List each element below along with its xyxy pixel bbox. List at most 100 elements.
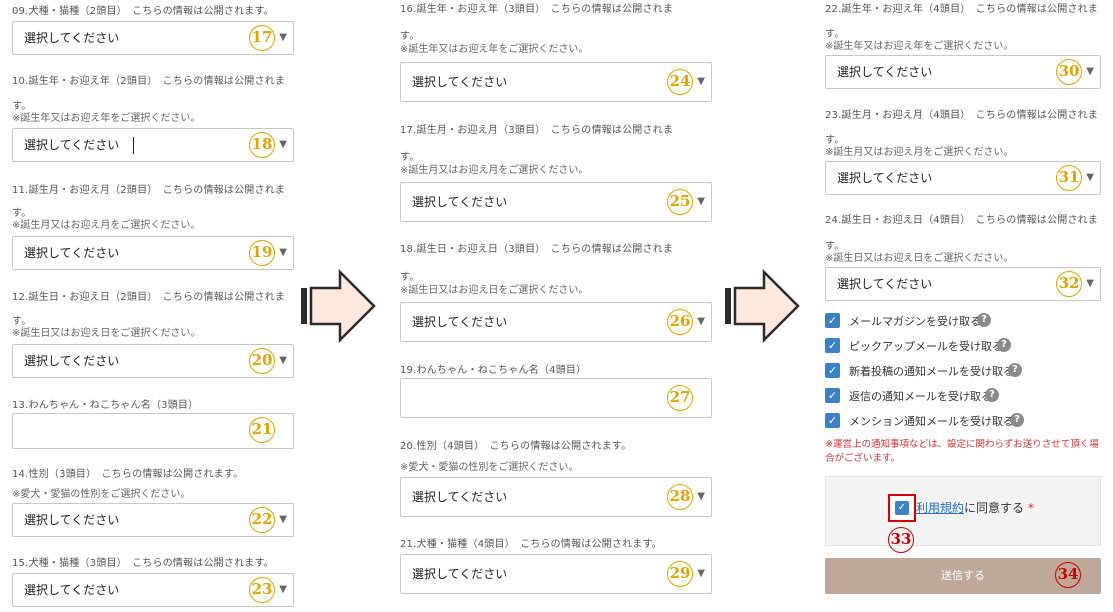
checkbox-label: 返信の通知メールを受け取る <box>849 390 992 403</box>
field-12-label: 12.誕生日・お迎え日（2頭目） こちらの情報は公開されま <box>12 292 286 303</box>
help-icon[interactable]: ? <box>1010 413 1024 427</box>
chevron-down-icon: ▼ <box>279 584 287 595</box>
step-badge: 28 <box>667 484 693 510</box>
birth-month-4-select[interactable]: 選択してください 31 ▼ <box>825 161 1101 195</box>
field-12-note: ※誕生日又はお迎え日をご選択ください。 <box>12 328 201 339</box>
birth-month-2-select[interactable]: 選択してください 19 ▼ <box>12 236 294 270</box>
step-badge: 34 <box>1055 562 1081 588</box>
chevron-down-icon: ▼ <box>697 316 705 327</box>
help-icon[interactable]: ? <box>977 313 991 327</box>
birth-year-2-select[interactable]: 選択してください 18 ▼ <box>12 128 294 162</box>
chevron-down-icon: ▼ <box>1086 172 1094 183</box>
breed-3-select[interactable]: 選択してください 23 ▼ <box>12 573 294 607</box>
step-badge: 26 <box>667 309 693 335</box>
select-value: 選択してください <box>24 583 120 597</box>
field-21-label: 21.犬種・猫種（4頭目） こちらの情報は公開されます。 <box>400 539 662 550</box>
chevron-down-icon: ▼ <box>279 514 287 525</box>
birth-day-2-select[interactable]: 選択してください 20 ▼ <box>12 344 294 378</box>
gender-4-select[interactable]: 選択してください 28 ▼ <box>400 477 712 517</box>
field-16-note: ※誕生年又はお迎え年をご選択ください。 <box>400 44 589 55</box>
submit-button[interactable]: 送信する 34 <box>825 558 1101 594</box>
step-badge: 33 <box>888 527 914 553</box>
birth-year-3-select[interactable]: 選択してください 24 ▼ <box>400 62 712 102</box>
step-badge: 27 <box>667 385 693 411</box>
field-23-note: ※誕生月又はお迎え月をご選択ください。 <box>825 147 1014 158</box>
field-17-label: 17.誕生月・お迎え月（3頭目） こちらの情報は公開されま <box>400 125 674 136</box>
select-value: 選択してください <box>412 567 508 581</box>
field-13-label: 13.わんちゃん・ねこちゃん名（3頭目） <box>12 400 199 411</box>
terms-agreement-box: ✓ 利用規約に同意する * <box>825 476 1101 546</box>
new-post-checkbox-row[interactable]: ✓ 新着投稿の通知メールを受け取る ? <box>825 362 1105 380</box>
step-badge: 31 <box>1056 165 1082 191</box>
field-23-label: 23.誕生月・お迎え月（4頭目） こちらの情報は公開されま <box>825 110 1099 121</box>
pet-name-4-input[interactable]: 27 <box>400 378 712 418</box>
checkbox-checked-icon[interactable]: ✓ <box>895 501 909 515</box>
select-value: 選択してください <box>412 315 508 329</box>
checkbox-label: ピックアップメールを受け取る <box>849 340 1003 353</box>
notice-line: 合がございます。 <box>825 453 901 464</box>
chevron-down-icon: ▼ <box>697 491 705 502</box>
step-badge: 22 <box>249 507 275 533</box>
select-value: 選択してください <box>24 513 120 527</box>
gender-3-select[interactable]: 選択してください 22 ▼ <box>12 503 294 537</box>
help-icon[interactable]: ? <box>985 388 999 402</box>
help-icon[interactable]: ? <box>997 338 1011 352</box>
step-badge: 18 <box>249 132 275 158</box>
terms-link[interactable]: 利用規約 <box>916 501 964 515</box>
field-24-label: 24.誕生日・お迎え日（4頭目） こちらの情報は公開されま <box>825 215 1099 226</box>
checkbox-label: 新着投稿の通知メールを受け取る <box>849 365 1014 378</box>
pickup-checkbox-row[interactable]: ✓ ピックアップメールを受け取る ? <box>825 337 1105 355</box>
step-badge: 24 <box>667 69 693 95</box>
mention-checkbox-row[interactable]: ✓ メンション通知メールを受け取る ? <box>825 412 1105 430</box>
help-icon[interactable]: ? <box>1008 363 1022 377</box>
select-value: 選択してください <box>24 354 120 368</box>
step-badge: 32 <box>1056 271 1082 297</box>
checkbox-checked-icon[interactable]: ✓ <box>825 413 840 428</box>
select-value: 選択してください <box>837 171 933 185</box>
breed-4-select[interactable]: 選択してください 29 ▼ <box>400 554 712 594</box>
step-badge: 20 <box>249 348 275 374</box>
birth-month-3-select[interactable]: 選択してください 25 ▼ <box>400 182 712 222</box>
field-18-label: 18.誕生日・お迎え日（3頭目） こちらの情報は公開されま <box>400 244 674 255</box>
select-value: 選択してください <box>412 490 508 504</box>
step-badge: 25 <box>667 189 693 215</box>
step-badge: 21 <box>249 417 275 443</box>
newsletter-checkbox-row[interactable]: ✓ メールマガジンを受け取る ? <box>825 312 1105 330</box>
field-11-note: ※誕生月又はお迎え月をご選択ください。 <box>12 220 201 231</box>
chevron-down-icon: ▼ <box>279 32 287 43</box>
birth-day-4-select[interactable]: 選択してください 32 ▼ <box>825 267 1101 301</box>
field-09-label: 09.犬種・猫種（2頭目） こちらの情報は公開されます。 <box>12 6 274 17</box>
required-marker: * <box>1027 501 1034 515</box>
pet-name-3-input[interactable]: 21 <box>12 413 294 449</box>
field-20-label: 20.性別（4頭目） こちらの情報は公開されます。 <box>400 441 632 452</box>
chevron-down-icon: ▼ <box>697 568 705 579</box>
checkbox-checked-icon[interactable]: ✓ <box>825 363 840 378</box>
birth-day-3-select[interactable]: 選択してください 26 ▼ <box>400 302 712 342</box>
select-value: 選択してください <box>24 31 120 45</box>
chevron-down-icon: ▼ <box>279 247 287 258</box>
chevron-down-icon: ▼ <box>1086 66 1094 77</box>
field-18-note: ※誕生日又はお迎え日をご選択ください。 <box>400 285 589 296</box>
select-value: 選択してください <box>24 138 120 152</box>
checkbox-checked-icon[interactable]: ✓ <box>825 388 840 403</box>
notice-warning: ※運営上の通知事項などは、設定に関わらずお送りさせて頂く場 合がございます。 <box>825 438 1103 466</box>
field-11-label: 11.誕生月・お迎え月（2頭目） こちらの情報は公開されま <box>12 185 286 196</box>
field-22-note: ※誕生年又はお迎え年をご選択ください。 <box>825 41 1014 52</box>
submit-label: 送信する <box>941 569 985 582</box>
select-value: 選択してください <box>837 65 933 79</box>
checkbox-checked-icon[interactable]: ✓ <box>825 338 840 353</box>
chevron-down-icon: ▼ <box>697 76 705 87</box>
chevron-down-icon: ▼ <box>279 139 287 150</box>
birth-year-4-select[interactable]: 選択してください 30 ▼ <box>825 55 1101 89</box>
field-15-label: 15.犬種・猫種（3頭目） こちらの情報は公開されます。 <box>12 558 274 569</box>
breed-2-select[interactable]: 選択してください 17 ▼ <box>12 21 294 55</box>
select-value: 選択してください <box>412 195 508 209</box>
step-badge: 30 <box>1056 59 1082 85</box>
text-cursor <box>133 137 134 154</box>
select-value: 選択してください <box>412 75 508 89</box>
flow-arrow-icon <box>725 268 800 344</box>
terms-checkbox-highlight[interactable]: ✓ <box>888 494 916 522</box>
step-badge: 19 <box>249 240 275 266</box>
reply-checkbox-row[interactable]: ✓ 返信の通知メールを受け取る ? <box>825 387 1105 405</box>
checkbox-checked-icon[interactable]: ✓ <box>825 313 840 328</box>
